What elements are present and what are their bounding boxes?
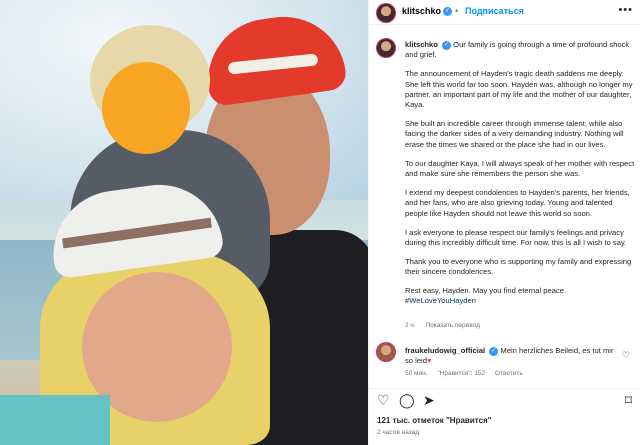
bookmark-save-icon[interactable]: ⌑ xyxy=(625,393,632,407)
comment-text: fraukeludowig_official ✓ Mein herzliches… xyxy=(405,346,615,367)
comment-likes[interactable]: "Нравится": 152 xyxy=(437,370,485,377)
woman-shirt xyxy=(0,395,110,445)
post-header: klitschko ✓ • Подписаться ••• xyxy=(369,0,640,25)
caption-paragraph: To our daughter Kaya, I will always spea… xyxy=(405,158,635,179)
caption-paragraph: She built an incredible career through i… xyxy=(405,119,624,149)
verified-icon: ✓ xyxy=(489,346,499,356)
likes-count[interactable]: 121 тыс. отметок "Нравится" xyxy=(377,416,491,425)
caption-paragraph: Rest easy, Hayden. May you find eternal … xyxy=(405,286,567,306)
share-send-icon[interactable]: ➤ xyxy=(423,393,435,407)
caption-avatar[interactable] xyxy=(376,38,396,58)
caption-paragraph: Thank you to everyone who is supporting … xyxy=(405,256,632,277)
like-heart-icon[interactable]: ♡ xyxy=(377,393,390,407)
verified-icon: ✓ xyxy=(443,7,453,17)
comment-age: 50 мин. xyxy=(405,370,428,377)
caption-age: 2 ч. xyxy=(405,322,416,329)
caption-paragraph: The announcement of Hayden's tragic deat… xyxy=(405,69,633,110)
caption-paragraph: klitschko ✓ Our family is going through … xyxy=(405,40,630,60)
caption-paragraph: I ask everyone to please respect our fam… xyxy=(405,227,627,247)
author-avatar[interactable] xyxy=(376,3,396,23)
post-photo[interactable] xyxy=(0,0,368,445)
caption-username[interactable]: klitschko xyxy=(405,40,438,49)
face-blur-circle xyxy=(102,62,190,154)
commenter-avatar[interactable] xyxy=(376,342,396,362)
author-username[interactable]: klitschko xyxy=(402,6,441,16)
show-translation-link[interactable]: Показать перевод xyxy=(425,322,479,329)
caption-paragraph: I extend my deepest condolences to Hayde… xyxy=(405,188,630,218)
post-time: 2 часов назад xyxy=(377,429,420,436)
follow-button[interactable]: Подписаться xyxy=(465,6,524,16)
caption-meta: 2 ч. Показать перевод xyxy=(405,322,488,329)
post-panel: klitschko ✓ • Подписаться ••• klitschko ✓… xyxy=(368,0,640,445)
comment-reply-button[interactable]: Ответить xyxy=(495,370,523,377)
heart-emoji: ♥ xyxy=(426,356,432,366)
commenter-username[interactable]: fraukeludowig_official xyxy=(405,346,485,355)
caption-text: klitschko ✓ Our family is going through … xyxy=(405,40,635,307)
comment-meta: 50 мин. "Нравится": 152 Ответить xyxy=(405,370,531,377)
comment-bubble-icon[interactable]: ◯ xyxy=(399,393,415,407)
hashtag-link[interactable]: #WeLoveYouHayden xyxy=(405,296,476,305)
header-separator: • xyxy=(455,6,459,16)
verified-icon: ✓ xyxy=(442,40,452,50)
comment-like-heart-icon[interactable]: ♡ xyxy=(622,350,630,361)
author-username-row[interactable]: klitschko ✓ xyxy=(402,6,453,17)
more-horizontal-icon[interactable]: ••• xyxy=(618,4,633,16)
